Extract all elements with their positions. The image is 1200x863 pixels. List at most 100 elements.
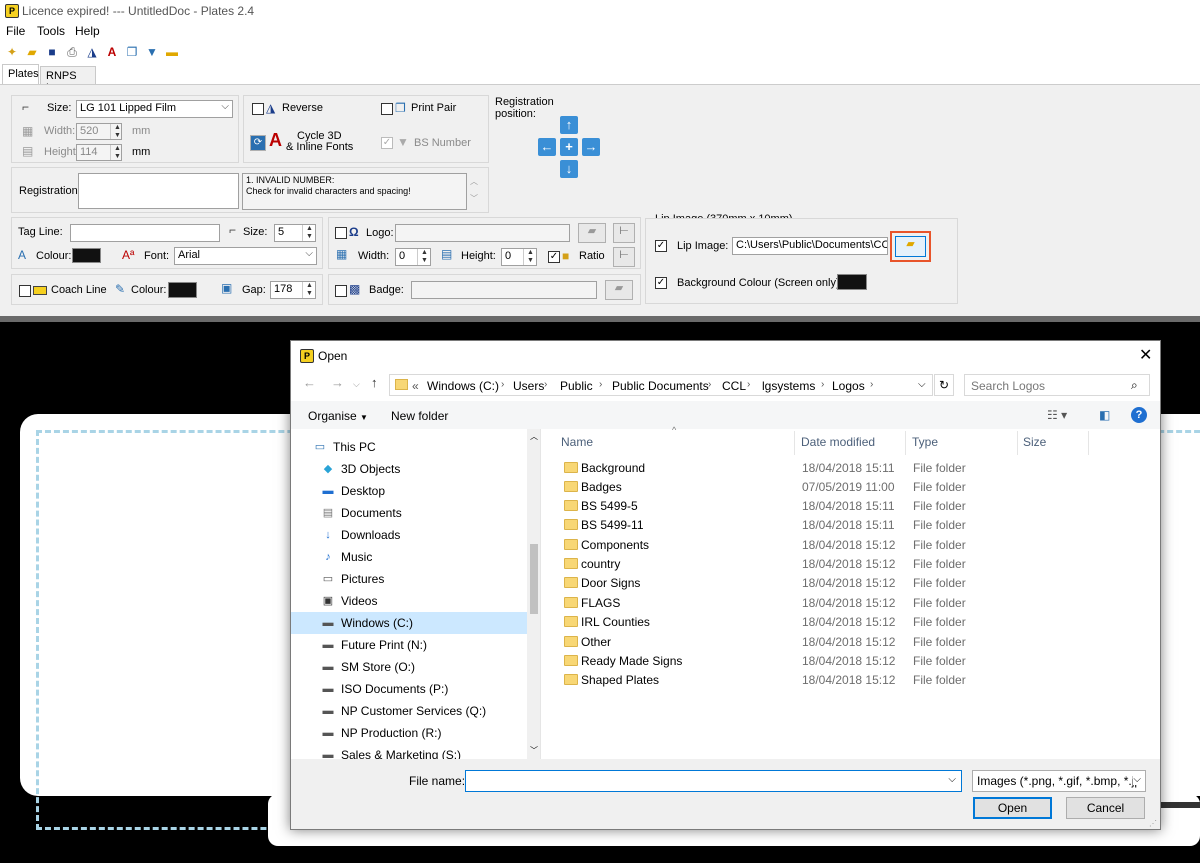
menu-tools[interactable]: Tools [37, 24, 65, 38]
up-arrow-icon[interactable]: ↑ [371, 375, 378, 390]
file-row[interactable]: country 18/04/2018 15:12 File folder [560, 555, 980, 574]
breadcrumb-ccl[interactable]: CCL [722, 379, 746, 393]
scroll-up-icon[interactable]: ︿ [530, 431, 538, 442]
coach-line-checkbox[interactable] [19, 285, 31, 297]
lip-image-path-field[interactable]: C:\Users\Public\Documents\CCL\ [732, 237, 888, 255]
file-row[interactable]: Door Signs 18/04/2018 15:12 File folder [560, 574, 980, 593]
address-bar[interactable]: « Windows (C:) › Users › Public › Public… [389, 374, 933, 396]
forward-arrow-icon[interactable]: → [331, 375, 344, 390]
arrow-left-button[interactable]: ← [538, 138, 556, 156]
column-date-modified[interactable]: Date modified [801, 435, 875, 449]
registration-input[interactable] [78, 173, 239, 209]
width-spinner[interactable]: ▲ ▼ [110, 124, 124, 139]
chevron-right-icon[interactable]: › [501, 379, 504, 390]
chevron-right-icon[interactable]: › [870, 379, 873, 390]
close-icon[interactable]: ✕ [1139, 345, 1152, 365]
font-icon[interactable]: A [104, 44, 120, 60]
file-row[interactable]: BS 5499-5 18/04/2018 15:11 File folder [560, 497, 980, 516]
file-row[interactable]: Ready Made Signs 18/04/2018 15:12 File fol… [560, 652, 980, 671]
file-name-input[interactable]: ⌵ [465, 770, 962, 792]
file-row[interactable]: Components 18/04/2018 15:12 File folder [560, 536, 980, 555]
open-icon[interactable]: ▰ [24, 44, 40, 60]
background-colour-checkbox[interactable]: ✓ [655, 277, 667, 289]
resize-grip-icon[interactable]: ⋰ [1149, 819, 1157, 828]
chevron-down-icon[interactable]: ⌵ [948, 774, 956, 785]
nav-item-windows-c[interactable]: ▬ Windows (C:) [291, 612, 527, 634]
file-row[interactable]: BS 5499-11 18/04/2018 15:11 File folder [560, 516, 980, 535]
address-dropdown-icon[interactable]: ⌵ [918, 379, 926, 390]
coach-colour-swatch[interactable] [168, 282, 197, 298]
nav-item-documents[interactable]: ▤ Documents [291, 502, 527, 524]
refresh-icon[interactable]: ↻ [934, 374, 954, 396]
tag-colour-swatch[interactable] [72, 248, 101, 263]
print-pair-checkbox[interactable] [381, 103, 393, 115]
column-type[interactable]: Type [912, 435, 938, 449]
file-row[interactable]: FLAGS 18/04/2018 15:12 File folder [560, 594, 980, 613]
font-select[interactable]: Arial ⌵ [174, 247, 317, 265]
organise-button[interactable]: Organise ▼ [308, 409, 368, 423]
lip-image-checkbox[interactable]: ✓ [655, 240, 667, 252]
arrow-right-button[interactable]: → [582, 138, 600, 156]
logo-height-spinner[interactable]: ▲ ▼ [523, 249, 537, 265]
breadcrumb-lgsystems[interactable]: lgsystems [762, 379, 815, 393]
background-colour-swatch[interactable] [837, 274, 867, 290]
ratio-checkbox[interactable]: ✓ [548, 251, 560, 263]
error-scrollbar[interactable]: ︿ ﹀ [467, 173, 481, 210]
menu-help[interactable]: Help [75, 24, 100, 38]
search-input[interactable]: Search Logos ⌕ [964, 374, 1150, 396]
height-spinner[interactable]: ▲ ▼ [110, 145, 124, 160]
nav-item-iso-documents[interactable]: ▬ ISO Documents (P:) [291, 678, 527, 700]
search-icon[interactable]: ⌕ [1131, 378, 1138, 393]
column-divider[interactable] [905, 431, 906, 455]
logo-checkbox[interactable] [335, 227, 347, 239]
logo-path-field[interactable] [395, 224, 570, 242]
badge-checkbox[interactable] [335, 285, 347, 297]
scroll-down-icon[interactable]: ﹀ [530, 745, 538, 756]
logo-width-spinner[interactable]: ▲ ▼ [417, 249, 431, 265]
breadcrumb-users[interactable]: Users [513, 379, 544, 393]
nav-scrollbar-thumb[interactable] [530, 544, 538, 614]
bs-number-checkbox[interactable]: ✓ [381, 137, 393, 149]
nav-item-music[interactable]: ♪ Music [291, 546, 527, 568]
logo-align-button[interactable]: ⊢ [613, 223, 635, 243]
nav-item-np-customer-services[interactable]: ▬ NP Customer Services (Q:) [291, 700, 527, 722]
open-button[interactable]: Open [973, 797, 1052, 819]
help-icon[interactable]: ? [1131, 407, 1147, 423]
copy-icon[interactable]: ❐ [124, 44, 140, 60]
tag-line-input[interactable] [70, 224, 220, 242]
menu-file[interactable]: File [6, 24, 25, 38]
column-name[interactable]: Name [561, 435, 593, 449]
chevron-right-icon[interactable]: › [599, 379, 602, 390]
reverse-checkbox[interactable] [252, 103, 264, 115]
nav-item-sm-store[interactable]: ▬ SM Store (O:) [291, 656, 527, 678]
badge-browse-button[interactable]: ▰ [605, 280, 633, 300]
file-row[interactable]: Other 18/04/2018 15:12 File folder [560, 633, 980, 652]
column-divider[interactable] [794, 431, 795, 455]
lip-image-browse-button[interactable]: ▰ [895, 236, 926, 257]
nav-item-future-print[interactable]: ▬ Future Print (N:) [291, 634, 527, 656]
column-divider[interactable] [1088, 431, 1089, 455]
tab-rnps-log[interactable]: RNPS Log [40, 66, 96, 94]
chevron-right-icon[interactable]: › [821, 379, 824, 390]
save-icon[interactable]: ■ [44, 44, 60, 60]
nav-item-pictures[interactable]: ▭ Pictures [291, 568, 527, 590]
chevron-right-icon[interactable]: › [747, 379, 750, 390]
new-icon[interactable]: ✦ [4, 44, 20, 60]
badge-path-field[interactable] [411, 281, 597, 299]
size-select[interactable]: LG 101 Lipped Film ⌵ [76, 100, 233, 118]
arrow-up-button[interactable]: ↑ [560, 116, 578, 134]
nav-item-this-pc[interactable]: ▭ This PC [291, 436, 527, 458]
print-icon[interactable]: ⎙ [64, 44, 80, 60]
gap-spinner[interactable]: ▲ ▼ [302, 282, 316, 298]
back-arrow-icon[interactable]: ← [303, 375, 316, 390]
preview-pane-icon[interactable]: ◧ [1099, 408, 1110, 422]
breadcrumb-logos[interactable]: Logos [832, 379, 865, 393]
cycle-button[interactable]: ⟳ [250, 135, 266, 151]
column-size[interactable]: Size [1023, 435, 1046, 449]
chevron-right-icon[interactable]: › [544, 379, 547, 390]
chevron-right-icon[interactable]: › [708, 379, 711, 390]
recent-chevron-icon[interactable]: ⌵ [353, 379, 360, 390]
logo-align-button-2[interactable]: ⊢ [613, 247, 635, 267]
arrow-down-button[interactable]: ↓ [560, 160, 578, 178]
nav-item-downloads[interactable]: ↓ Downloads [291, 524, 527, 546]
